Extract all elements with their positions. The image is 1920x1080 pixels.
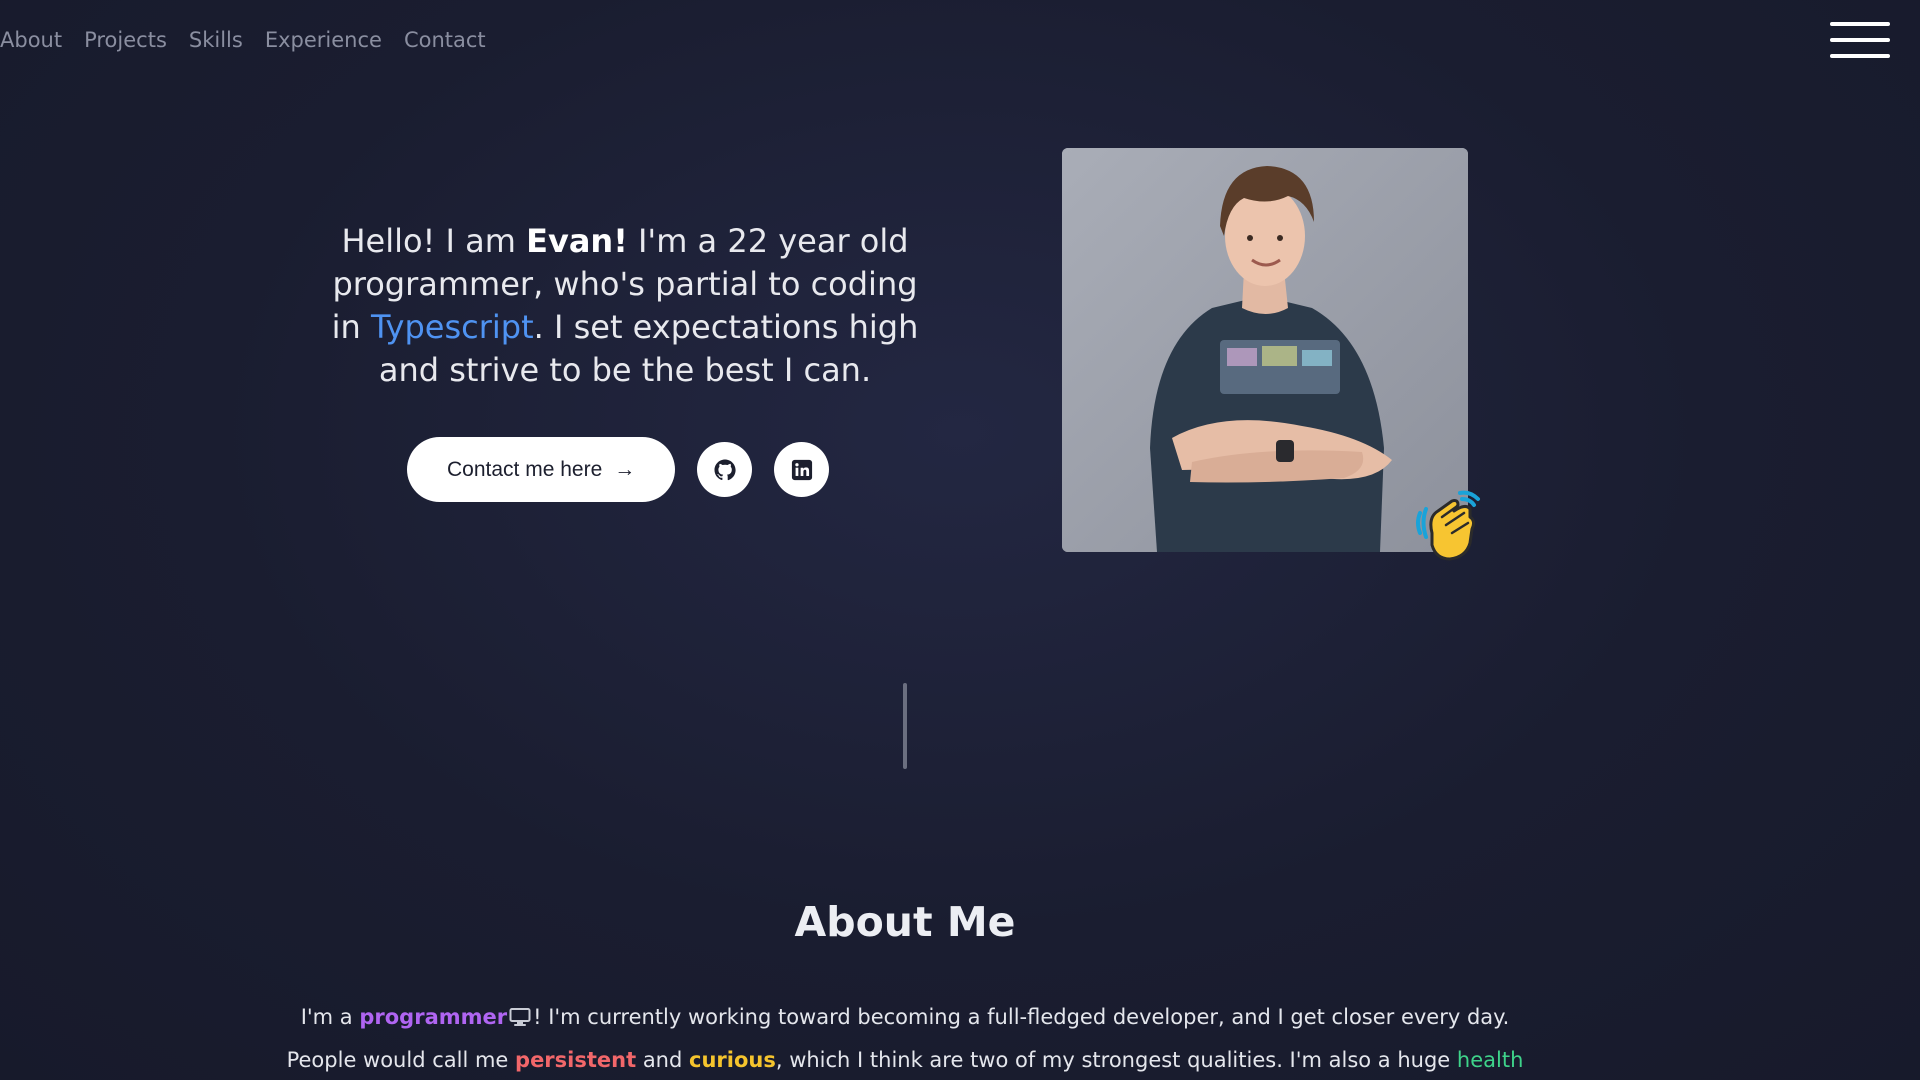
github-button[interactable] xyxy=(697,442,753,497)
highlight-persistent: persistent xyxy=(515,1048,637,1072)
about-p2-and: and xyxy=(636,1048,689,1072)
menu-bar xyxy=(1830,54,1890,58)
profile-portrait-illustration xyxy=(1062,148,1468,552)
wave-emoji-icon xyxy=(1416,490,1480,561)
hero-language: Typescript xyxy=(370,308,534,346)
hamburger-menu-icon[interactable] xyxy=(1830,22,1890,58)
nav-contact[interactable]: Contact xyxy=(404,28,486,52)
menu-bar xyxy=(1830,38,1890,42)
highlight-curious: curious xyxy=(689,1048,776,1072)
highlight-programmer: programmer xyxy=(359,1005,508,1029)
about-title: About Me xyxy=(794,898,1016,946)
linkedin-icon xyxy=(791,459,812,480)
portfolio-page: About Projects Skills Experience Contact… xyxy=(0,0,1920,1080)
waving-hand-icon xyxy=(1412,487,1488,563)
scroll-indicator xyxy=(903,683,907,769)
hero-name: Evan! xyxy=(526,222,628,260)
about-p2-b: , which I think are two of my strongest … xyxy=(775,1048,1457,1072)
github-icon xyxy=(714,459,736,480)
about-p1-a: I'm a xyxy=(300,1005,360,1029)
hero-actions: Contact me here → xyxy=(407,437,830,502)
contact-me-label: Contact me here xyxy=(447,457,603,481)
highlight-health: health xyxy=(1456,1048,1524,1072)
about-p2-a: People would call me xyxy=(286,1048,516,1072)
nav-skills[interactable]: Skills xyxy=(189,28,243,52)
about-line-2: People would call me persistent and curi… xyxy=(230,1039,1580,1080)
about-line-1: I'm a programmer ! I'm currently working… xyxy=(230,996,1580,1039)
about-p1-b: ! I'm currently working toward becoming … xyxy=(533,1005,1510,1029)
hero-greeting: Hello! I am xyxy=(341,222,527,260)
about-paragraph: I'm a programmer ! I'm currently working… xyxy=(230,996,1580,1080)
profile-photo xyxy=(1062,148,1468,552)
nav-experience[interactable]: Experience xyxy=(265,28,382,52)
linkedin-button[interactable] xyxy=(774,442,830,497)
menu-bar xyxy=(1830,22,1890,26)
arrow-right-icon: → xyxy=(614,457,636,481)
hero-intro: Hello! I am Evan! I'm a 22 year old prog… xyxy=(330,220,920,392)
nav-projects[interactable]: Projects xyxy=(84,28,167,52)
top-nav: About Projects Skills Experience Contact xyxy=(0,28,486,52)
computer-icon xyxy=(509,1008,531,1026)
nav-about[interactable]: About xyxy=(0,28,62,52)
contact-me-button[interactable]: Contact me here → xyxy=(407,437,676,502)
